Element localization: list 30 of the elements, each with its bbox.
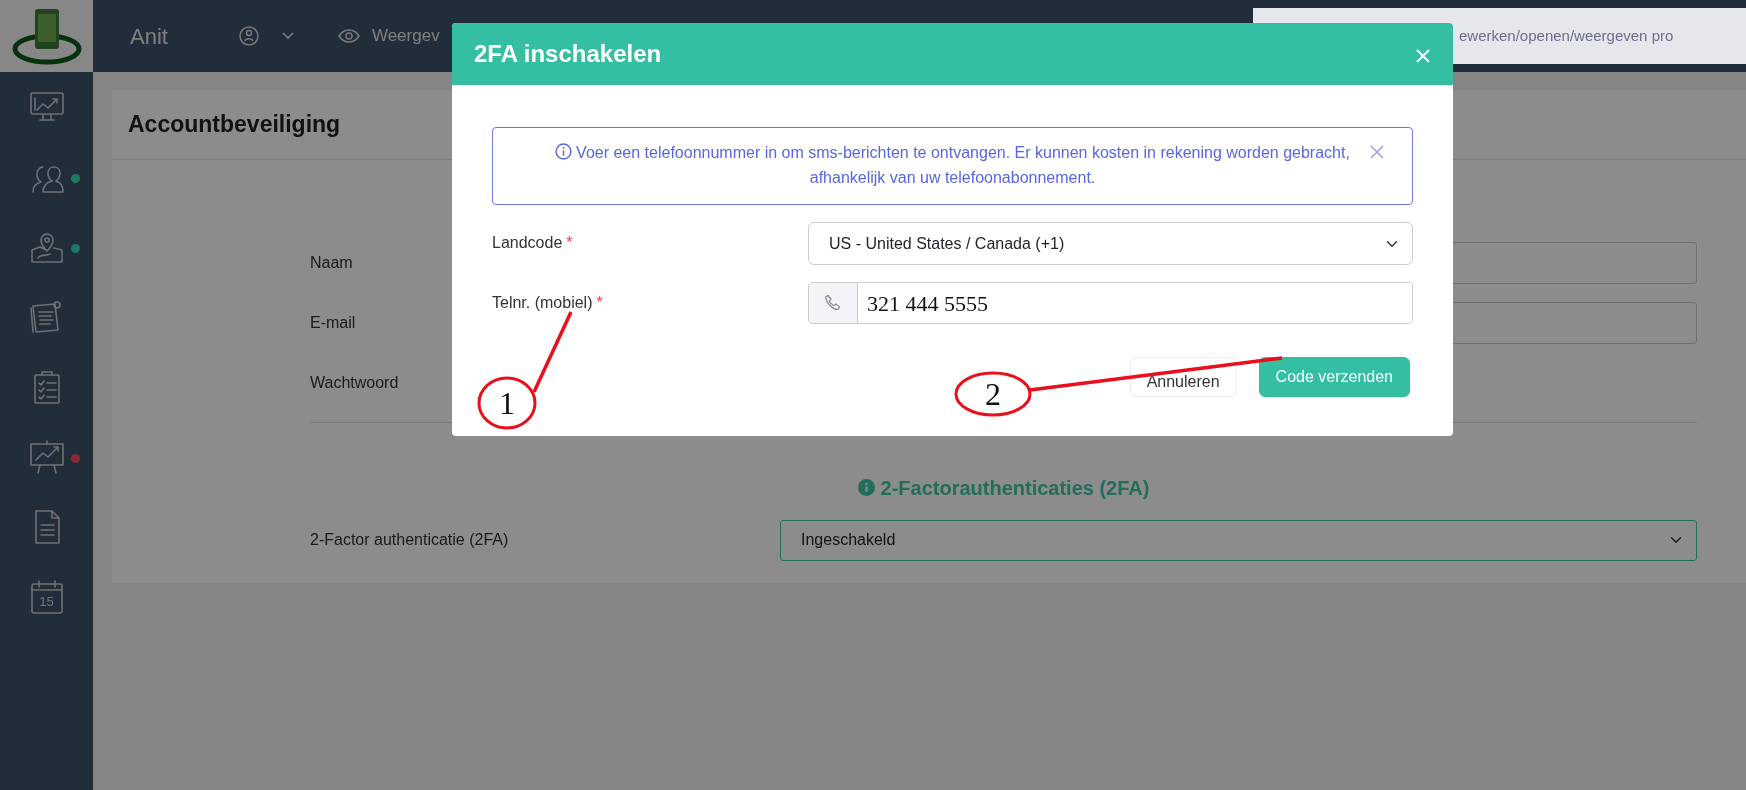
field-label: E-mail	[310, 313, 357, 333]
country-code-select[interactable]: US - United States / Canada (+1)	[808, 222, 1413, 265]
view-menu[interactable]: Weergev	[371, 23, 440, 49]
caret-icon[interactable]	[281, 32, 294, 40]
field-label: Landcode	[492, 234, 563, 251]
sidebar-item[interactable]	[27, 438, 66, 476]
eye-icon[interactable]	[337, 29, 360, 43]
day-number: 15	[38, 595, 55, 608]
field-label: Telnr. (mobiel)	[492, 294, 593, 311]
info-icon	[555, 143, 573, 161]
cancel-button[interactable]: Annuleren	[1129, 357, 1237, 397]
phone-icon	[824, 294, 842, 312]
callout-number: 1	[477, 376, 537, 430]
field-label: Wachtwoord	[310, 373, 400, 393]
alert-text: Voer een telefoonnummer in om sms-berichten te ontvangen. Er kunnen kosten in rekening worden gebracht, afhankelijk van uw telefoonabonnement.	[576, 144, 1350, 186]
info-icon	[857, 479, 875, 496]
presentation-chart-icon	[27, 438, 66, 476]
card-title: Accountbeveiliging	[128, 110, 341, 140]
phone-input-group[interactable]: 321 444 5555	[808, 282, 1413, 324]
field-label: 2-Factor authenticatie (2FA)	[310, 530, 510, 550]
sidebar-item[interactable]: 15	[27, 578, 66, 616]
required-asterisk: *	[566, 234, 573, 251]
callout-number: 2	[954, 371, 1032, 417]
required-asterisk: *	[596, 294, 603, 311]
modal-title: 2FA inschakelen	[474, 39, 662, 69]
user-circle-icon[interactable]	[237, 25, 260, 47]
select-field[interactable]: Ingeschakeld	[780, 519, 1697, 561]
brand-name: Anit	[130, 22, 168, 51]
field-label: Naam	[310, 253, 354, 273]
section-heading: 2-Factorauthenticaties (2FA)	[880, 477, 1150, 499]
